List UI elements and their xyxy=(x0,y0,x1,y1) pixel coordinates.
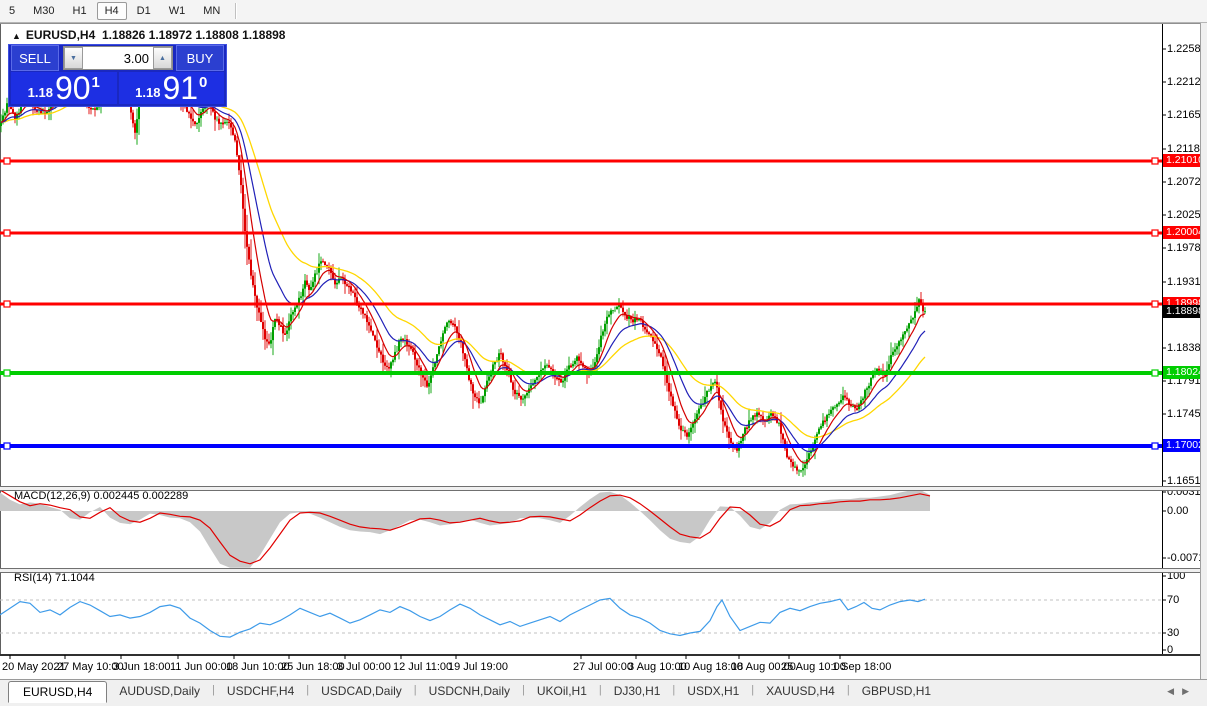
timeframe-button-d1[interactable]: D1 xyxy=(129,2,159,20)
chart-tab-usdx-h1[interactable]: USDX,H1 xyxy=(675,681,751,701)
timeframe-button-m30[interactable]: M30 xyxy=(25,2,62,20)
collapse-icon[interactable]: ▲ xyxy=(12,31,21,41)
chart-tab-usdcnh-daily[interactable]: USDCNH,Daily xyxy=(417,681,522,701)
buy-price-display[interactable]: 1.18910 xyxy=(119,72,225,104)
chart-symbol-label: EURUSD,H4 xyxy=(26,28,95,42)
volume-spinner: ▼ ▲ xyxy=(63,46,173,70)
timeframe-button-5[interactable]: 5 xyxy=(1,2,23,20)
volume-increase-icon[interactable]: ▲ xyxy=(153,47,172,69)
chart-ohlc-values: 1.18826 1.18972 1.18808 1.18898 xyxy=(102,28,286,42)
toolbar-separator xyxy=(235,3,237,19)
sell-price-big: 90 xyxy=(55,73,91,103)
buy-price-big: 91 xyxy=(162,73,198,103)
chart-title: ▲ EURUSD,H4 1.18826 1.18972 1.18808 1.188… xyxy=(12,28,285,42)
timeframe-button-h4[interactable]: H4 xyxy=(97,2,127,20)
tab-scroll-arrows: ◀▶ xyxy=(1167,686,1197,697)
buy-price-pip: 0 xyxy=(199,74,207,91)
macd-indicator-label: MACD(12,26,9) 0.002445 0.002289 xyxy=(14,490,188,502)
tab-scroll-left-icon[interactable]: ◀ xyxy=(1167,686,1182,696)
sell-price-pip: 1 xyxy=(92,74,100,91)
volume-input[interactable] xyxy=(83,47,153,69)
sell-price-prefix: 1.18 xyxy=(28,85,53,100)
volume-decrease-icon[interactable]: ▼ xyxy=(64,47,83,69)
one-click-trade-panel: SELL ▼ ▲ BUY 1.18901 1.18910 xyxy=(8,44,227,107)
buy-button[interactable]: BUY xyxy=(176,45,224,71)
chart-tab-eurusd-h4[interactable]: EURUSD,H4 xyxy=(8,681,107,703)
chart-tab-xauusd-h4[interactable]: XAUUSD,H4 xyxy=(754,681,847,701)
window-right-border xyxy=(1200,23,1207,706)
timeframe-button-h1[interactable]: H1 xyxy=(65,2,95,20)
tab-scroll-right-icon[interactable]: ▶ xyxy=(1182,686,1197,696)
chart-tab-usdchf-h4[interactable]: USDCHF,H4 xyxy=(215,681,306,701)
timeframe-toolbar: 5M30H1H4D1W1MN xyxy=(0,0,1207,23)
chart-tab-usdcad-daily[interactable]: USDCAD,Daily xyxy=(309,681,414,701)
chart-tab-gbpusd-h1[interactable]: GBPUSD,H1 xyxy=(850,681,943,701)
chart-tab-ukoil-h1[interactable]: UKOil,H1 xyxy=(525,681,599,701)
sell-price-display[interactable]: 1.18901 xyxy=(11,72,117,104)
rsi-indicator-label: RSI(14) 71.1044 xyxy=(14,572,95,584)
timeframe-button-w1[interactable]: W1 xyxy=(161,2,194,20)
pane-separator-rsi[interactable] xyxy=(0,568,1200,573)
chart-tabs-bar: EURUSD,H4AUDUSD,Daily|USDCHF,H4|USDCAD,D… xyxy=(0,679,1207,706)
mt4-window: 5M30H1H4D1W1MN ▲ EURUSD,H4 1.18826 1.1897… xyxy=(0,0,1207,706)
sell-button[interactable]: SELL xyxy=(11,45,59,71)
chart-tab-dj30-h1[interactable]: DJ30,H1 xyxy=(602,681,673,701)
buy-price-prefix: 1.18 xyxy=(135,85,160,100)
chart-tab-audusd-daily[interactable]: AUDUSD,Daily xyxy=(107,681,212,701)
timeframe-button-mn[interactable]: MN xyxy=(195,2,228,20)
